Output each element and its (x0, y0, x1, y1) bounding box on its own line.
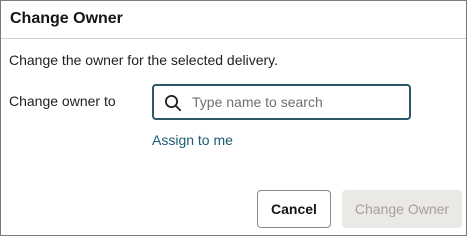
dialog-header: Change Owner (1, 1, 466, 39)
dialog-title: Change Owner (10, 10, 123, 27)
owner-search-input[interactable] (192, 86, 404, 118)
dialog-description: Change the owner for the selected delive… (9, 52, 279, 68)
owner-field-label: Change owner to (9, 93, 116, 109)
cancel-button[interactable]: Cancel (257, 190, 331, 228)
change-owner-button[interactable]: Change Owner (342, 190, 462, 228)
dialog-footer: Cancel Change Owner (1, 173, 466, 235)
search-icon (165, 95, 182, 112)
change-owner-dialog: Change Owner Change the owner for the se… (0, 0, 467, 236)
owner-search-field[interactable] (152, 84, 411, 120)
assign-to-me-link[interactable]: Assign to me (152, 132, 233, 148)
